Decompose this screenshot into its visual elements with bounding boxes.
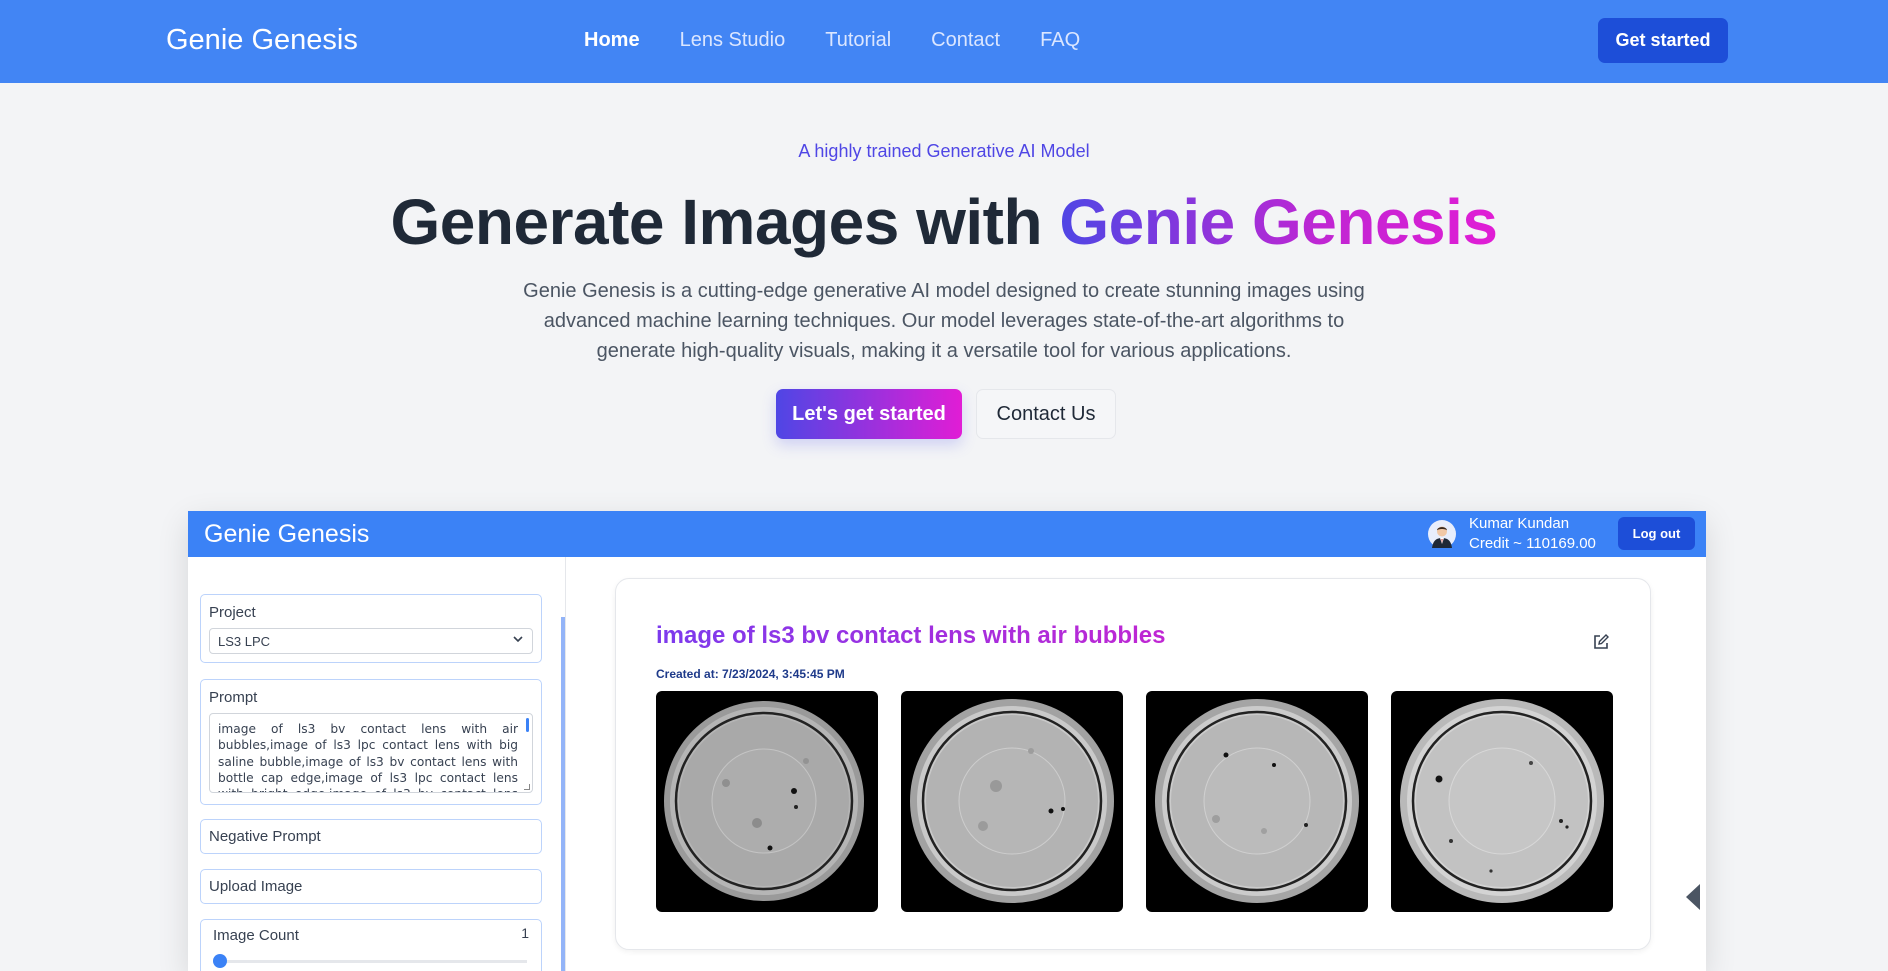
chevron-down-icon bbox=[513, 636, 523, 643]
resize-handle-icon[interactable] bbox=[524, 784, 530, 790]
image-count-label: Image Count bbox=[213, 927, 299, 944]
headline-accent: Genie Genesis bbox=[1059, 186, 1498, 258]
app-preview: Genie Genesis Kumar Kundan Credit ~ 1101… bbox=[188, 511, 1706, 971]
project-select[interactable]: LS3 LPC bbox=[209, 628, 533, 654]
get-started-button[interactable]: Get started bbox=[1598, 18, 1728, 63]
lens-image-1[interactable] bbox=[656, 691, 878, 912]
lens-image-graphic bbox=[1155, 699, 1359, 903]
headline-plain: Generate Images with bbox=[390, 186, 1060, 258]
prompt-textarea[interactable]: image of ls3 bv contact lens with air bu… bbox=[209, 713, 533, 793]
carousel-prev-arrow-icon[interactable] bbox=[1686, 884, 1700, 910]
textarea-scrollbar[interactable] bbox=[526, 718, 529, 732]
lets-get-started-button[interactable]: Let's get started bbox=[776, 389, 962, 439]
nav-link-contact[interactable]: Contact bbox=[931, 29, 1000, 52]
upload-image-label: Upload Image bbox=[209, 878, 303, 895]
prompt-text: image of ls3 bv contact lens with air bu… bbox=[218, 722, 518, 792]
result-card: image of ls3 bv contact lens with air bu… bbox=[615, 578, 1651, 950]
edit-icon[interactable] bbox=[1592, 633, 1610, 651]
negative-prompt-card[interactable]: Negative Prompt bbox=[200, 819, 542, 854]
user-credit: Credit ~ 110169.00 bbox=[1469, 535, 1596, 552]
nav-links: Home Lens Studio Tutorial Contact FAQ bbox=[584, 29, 1080, 52]
app-brand: Genie Genesis bbox=[204, 520, 370, 548]
project-select-value: LS3 LPC bbox=[218, 634, 271, 649]
image-count-slider-track[interactable] bbox=[219, 960, 527, 963]
brand-logo[interactable]: Genie Genesis bbox=[166, 24, 358, 57]
lens-image-2[interactable] bbox=[901, 691, 1123, 912]
hero-buttons: Let's get started Contact Us bbox=[776, 389, 1116, 439]
image-count-slider-thumb[interactable] bbox=[213, 954, 227, 968]
user-info: Kumar Kundan Credit ~ 110169.00 bbox=[1469, 514, 1596, 554]
logout-button[interactable]: Log out bbox=[1618, 517, 1695, 550]
hero-headline: Generate Images with Genie Genesis bbox=[0, 185, 1888, 259]
image-count-value: 1 bbox=[521, 925, 529, 941]
lens-image-graphic bbox=[664, 701, 864, 901]
created-timestamp: Created at: 7/23/2024, 3:45:45 PM bbox=[656, 667, 845, 681]
lens-image-graphic bbox=[1400, 699, 1604, 903]
prompt-label: Prompt bbox=[209, 689, 258, 706]
image-count-card: Image Count 1 bbox=[200, 919, 542, 971]
result-title: image of ls3 bv contact lens with air bu… bbox=[656, 622, 1166, 649]
nav-link-tutorial[interactable]: Tutorial bbox=[825, 29, 891, 52]
lens-image-4[interactable] bbox=[1391, 691, 1613, 912]
app-header: Genie Genesis Kumar Kundan Credit ~ 1101… bbox=[188, 511, 1706, 557]
results-panel: image of ls3 bv contact lens with air bu… bbox=[566, 557, 1706, 971]
lens-image-3[interactable] bbox=[1146, 691, 1368, 912]
top-nav: Genie Genesis Home Lens Studio Tutorial … bbox=[0, 0, 1888, 83]
project-label: Project bbox=[209, 604, 256, 621]
hero-description: Genie Genesis is a cutting-edge generati… bbox=[523, 280, 1365, 362]
prompt-card: Prompt image of ls3 bv contact lens with… bbox=[200, 679, 542, 805]
lens-image-graphic bbox=[910, 699, 1114, 903]
generation-sidebar: Project LS3 LPC Prompt image of ls3 bv c… bbox=[188, 557, 566, 971]
project-card: Project LS3 LPC bbox=[200, 594, 542, 663]
sidebar-scrollbar[interactable] bbox=[561, 617, 565, 971]
nav-link-lens-studio[interactable]: Lens Studio bbox=[680, 29, 786, 52]
user-avatar-icon[interactable] bbox=[1428, 520, 1456, 548]
hero-eyebrow: A highly trained Generative AI Model bbox=[798, 141, 1090, 161]
user-name: Kumar Kundan bbox=[1469, 515, 1570, 532]
nav-link-home[interactable]: Home bbox=[584, 29, 640, 52]
upload-image-card[interactable]: Upload Image bbox=[200, 869, 542, 904]
nav-link-faq[interactable]: FAQ bbox=[1040, 29, 1080, 52]
negative-prompt-label: Negative Prompt bbox=[209, 828, 321, 845]
contact-us-button[interactable]: Contact Us bbox=[976, 389, 1116, 439]
